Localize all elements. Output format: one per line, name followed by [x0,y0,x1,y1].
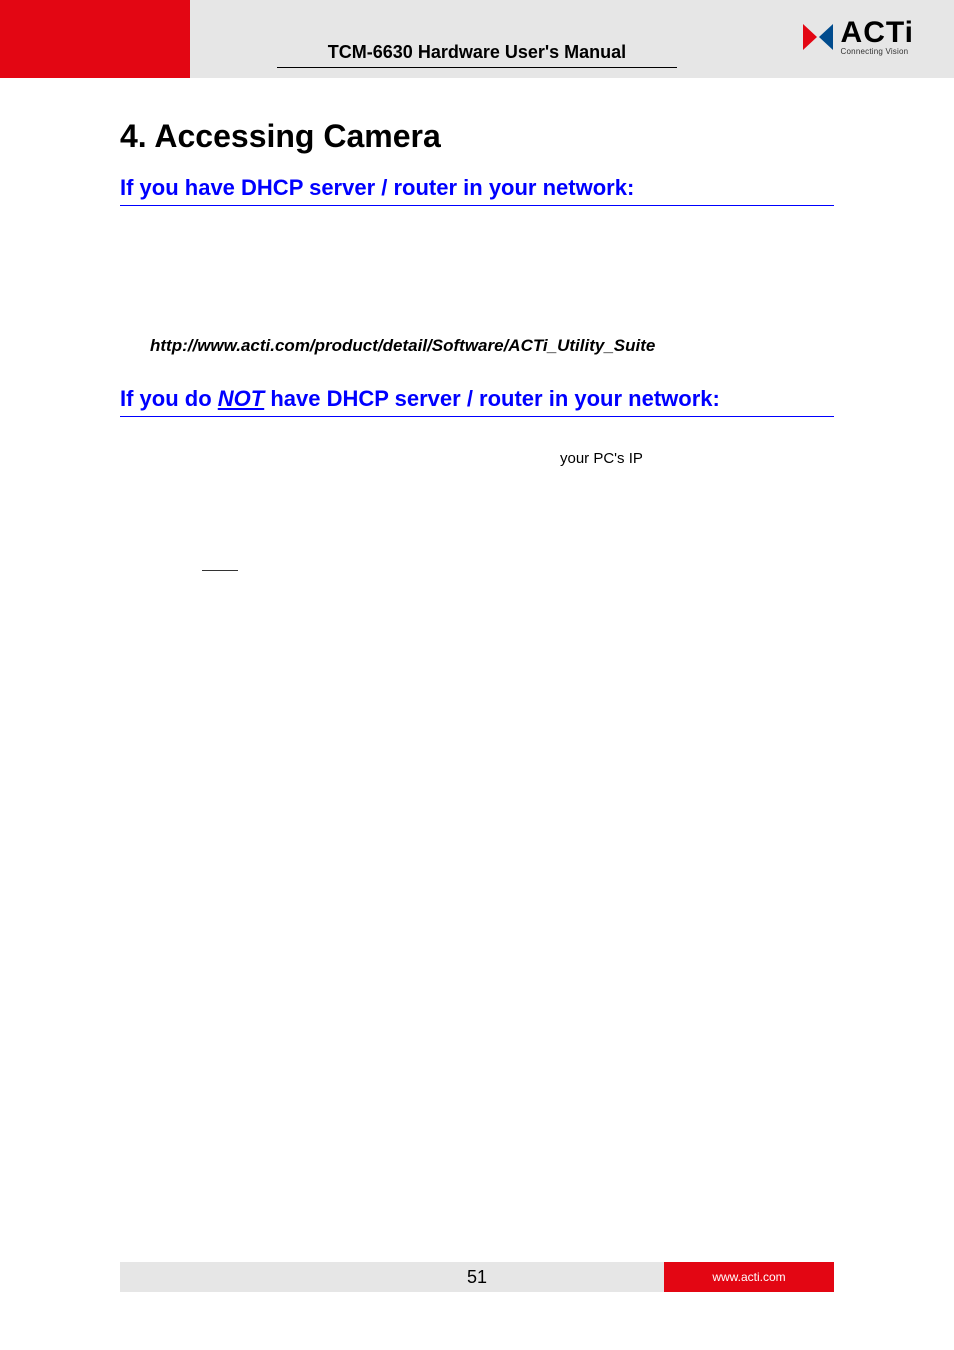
section-title-dhcp: If you have DHCP server / router in your… [120,175,834,206]
page-header: TCM-6630 Hardware User's Manual ACTi Con… [0,0,954,78]
manual-title: TCM-6630 Hardware User's Manual [277,42,677,68]
section-title-no-dhcp: If you do NOT have DHCP server / router … [120,386,834,417]
footer-brand-strip: www.acti.com [664,1262,834,1292]
pc-ip-label: your PC's IP [560,450,643,467]
section2-not: NOT [218,386,264,411]
logo-text: ACTi [841,18,914,48]
brand-logo: ACTi Connecting Vision [801,18,914,56]
logo-mark-icon [801,22,835,52]
page-content: 4. Accessing Camera If you have DHCP ser… [0,78,954,417]
chapter-title: 4. Accessing Camera [120,118,834,155]
logo-tagline: Connecting Vision [841,48,909,56]
page-footer: 51 www.acti.com [120,1262,834,1292]
footer-site-url[interactable]: www.acti.com [712,1270,785,1284]
brand-red-block [0,0,190,78]
page-number: 51 [467,1267,487,1288]
logo-text-wrap: ACTi Connecting Vision [841,18,914,56]
small-underline [202,570,238,571]
section2-prefix: If you do [120,386,218,411]
software-link[interactable]: http://www.acti.com/product/detail/Softw… [150,336,834,356]
section2-suffix: have DHCP server / router in your networ… [264,386,720,411]
